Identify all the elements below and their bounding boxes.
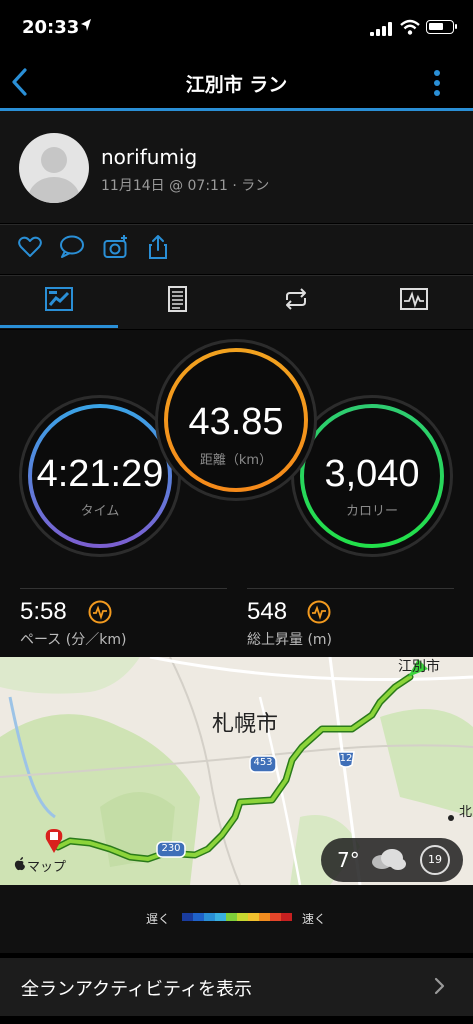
battery-icon (426, 20, 457, 34)
comment-icon[interactable] (59, 234, 85, 260)
chevron-right-icon (434, 977, 445, 995)
active-tab-indicator (0, 325, 118, 328)
time-label: タイム (80, 504, 120, 519)
speed-scale-segment-8 (270, 913, 281, 921)
speed-scale-segment-3 (215, 913, 226, 921)
distance-value: 43.85 (188, 401, 284, 443)
apple-logo-icon (14, 857, 25, 871)
speed-scale-segment-5 (237, 913, 248, 921)
charts-tab-icon[interactable] (399, 284, 429, 314)
speed-scale-segment-1 (193, 913, 204, 921)
laps-tab-icon[interactable] (281, 284, 311, 314)
camera-add-icon[interactable] (103, 234, 129, 260)
elevation-label: 総上昇量 (m) (247, 632, 333, 648)
elevation-value: 548 (247, 598, 288, 625)
status-time: 20:33 (22, 17, 80, 38)
apple-maps-label: マップ (27, 860, 67, 875)
more-vertical-icon[interactable] (430, 68, 444, 98)
cloud-icon (372, 849, 406, 870)
cellular-signal-icon (370, 22, 392, 36)
speed-scale-segment-2 (204, 913, 215, 921)
default-user-icon (28, 147, 80, 203)
overview-tab-icon[interactable] (44, 284, 74, 314)
speed-scale-segment-6 (248, 913, 259, 921)
elevation-insight-icon[interactable] (307, 600, 331, 624)
calories-label: カロリー (345, 504, 398, 519)
kpi-divider-left (20, 588, 227, 589)
pace-label: ペース (分／km) (20, 632, 127, 648)
map-north-label: 北 (459, 805, 473, 820)
legend-fast-label: 速く (302, 912, 327, 926)
all-activities-label: 全ランアクティビティを表示 (21, 979, 252, 1000)
pace-insight-icon[interactable] (88, 600, 112, 624)
wifi-icon (400, 19, 420, 35)
speed-scale-segment-0 (182, 913, 193, 921)
location-arrow-icon (81, 19, 91, 31)
page-title: 江別市 ラン (185, 74, 288, 96)
weather-temperature: 7° (337, 848, 360, 872)
road-12-label: 12 (339, 753, 353, 764)
speed-scale-segment-7 (259, 913, 270, 921)
map-city-label: 札幌市 (212, 712, 279, 737)
distance-label: 距離（km） (199, 453, 273, 468)
speed-scale-segment-4 (226, 913, 237, 921)
avatar[interactable] (19, 133, 89, 203)
map-start-label: 江別市 (398, 659, 440, 675)
time-value: 4:21:29 (36, 453, 164, 495)
wind-speed: 19 (420, 845, 450, 875)
kpi-divider-right (247, 588, 454, 589)
road-230-label: 230 (161, 843, 181, 854)
pace-value: 5:58 (20, 598, 67, 625)
details-tab-icon[interactable] (162, 284, 192, 314)
speed-color-scale (182, 913, 292, 921)
username[interactable]: norifumig (101, 145, 197, 169)
activity-meta: 11月14日 @ 07:11 · ラン (101, 178, 270, 194)
heart-icon[interactable] (17, 234, 43, 260)
legend-slow-label: 遅く (146, 912, 171, 926)
calories-value: 3,040 (324, 453, 420, 495)
share-icon[interactable] (145, 234, 171, 260)
road-453-label: 453 (253, 757, 273, 768)
speed-scale-segment-9 (281, 913, 292, 921)
